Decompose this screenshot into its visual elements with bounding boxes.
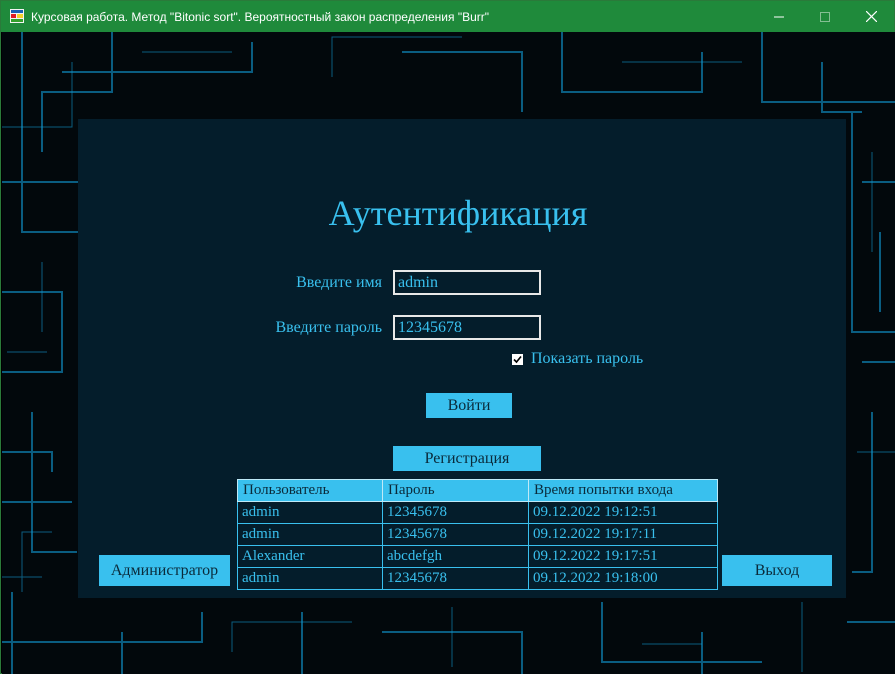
table-row[interactable]: admin 12345678 09.12.2022 19:12:51 (237, 501, 718, 524)
app-icon (10, 9, 24, 23)
cell-password[interactable]: abcdefgh (382, 545, 529, 568)
show-password-toggle[interactable]: Показать пароль (512, 350, 643, 368)
client-area: Аутентификация Введите имя admin Введите… (2, 32, 895, 674)
register-button[interactable]: Регистрация (393, 446, 541, 471)
minimize-icon (774, 16, 784, 17)
show-password-checkbox[interactable] (512, 353, 523, 365)
column-header-password[interactable]: Пароль (382, 479, 529, 502)
name-input[interactable]: admin (393, 270, 541, 295)
password-input[interactable]: 12345678 (393, 315, 541, 340)
checkmark-icon (513, 355, 522, 363)
maximize-icon (820, 11, 830, 22)
admin-button[interactable]: Администратор (99, 555, 230, 586)
login-button[interactable]: Войти (426, 393, 512, 418)
cell-user[interactable]: admin (237, 501, 383, 524)
maximize-button[interactable] (802, 1, 848, 32)
cell-password[interactable]: 12345678 (382, 523, 529, 546)
auth-panel: Аутентификация Введите имя admin Введите… (78, 119, 846, 598)
column-header-user[interactable]: Пользователь (237, 479, 383, 502)
cell-password[interactable]: 12345678 (382, 567, 529, 590)
close-icon (865, 11, 877, 22)
cell-time[interactable]: 09.12.2022 19:17:51 (528, 545, 718, 568)
cell-password[interactable]: 12345678 (382, 501, 529, 524)
exit-button[interactable]: Выход (722, 555, 832, 586)
password-label: Введите пароль (275, 319, 382, 336)
cell-time[interactable]: 09.12.2022 19:17:11 (528, 523, 718, 546)
login-attempts-table: Пользователь Пароль Время попытки входа … (237, 479, 718, 590)
table-row[interactable]: Alexander abcdefgh 09.12.2022 19:17:51 (237, 545, 718, 568)
title-bar[interactable]: Курсовая работа. Метод "Bitonic sort". В… (1, 1, 894, 32)
cell-user[interactable]: admin (237, 523, 383, 546)
cell-user[interactable]: admin (237, 567, 383, 590)
close-button[interactable] (848, 1, 894, 32)
app-window: Курсовая работа. Метод "Bitonic sort". В… (0, 0, 895, 674)
column-header-time[interactable]: Время попытки входа (528, 479, 718, 502)
cell-time[interactable]: 09.12.2022 19:12:51 (528, 501, 718, 524)
page-title: Аутентификация (328, 193, 588, 233)
table-row[interactable]: admin 12345678 09.12.2022 19:17:11 (237, 523, 718, 546)
show-password-label: Показать пароль (531, 350, 644, 367)
table-row[interactable]: admin 12345678 09.12.2022 19:18:00 (237, 567, 718, 590)
table-header-row: Пользователь Пароль Время попытки входа (237, 479, 718, 502)
cell-time[interactable]: 09.12.2022 19:18:00 (528, 567, 718, 590)
name-label: Введите имя (296, 274, 382, 291)
window-title: Курсовая работа. Метод "Bitonic sort". В… (31, 10, 490, 24)
minimize-button[interactable] (756, 1, 802, 32)
cell-user[interactable]: Alexander (237, 545, 383, 568)
